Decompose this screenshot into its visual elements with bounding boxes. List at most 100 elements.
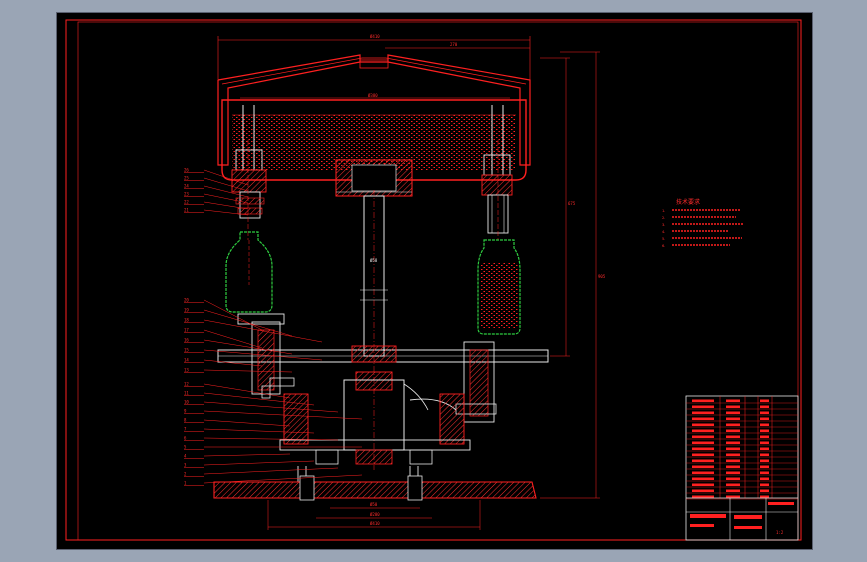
bom-cell — [692, 423, 714, 426]
right-bottle-liquid — [480, 262, 518, 328]
callout-label: 23 — [184, 192, 189, 197]
dim-height-total: 905 — [598, 274, 606, 279]
callout-label: 9 — [184, 409, 187, 414]
callout-label: 16 — [184, 338, 189, 343]
callout-leader — [203, 467, 339, 475]
dim-height-main: 675 — [568, 201, 576, 206]
callout-label: 2 — [184, 472, 187, 477]
left-lift-cylinder — [251, 321, 295, 399]
callout-label: 24 — [184, 184, 189, 189]
tech-notes: 技术要求 1. 2. 3. 4. 5. 6. — [662, 198, 744, 248]
callout-label: 13 — [184, 368, 189, 373]
right-support — [439, 393, 465, 445]
dim-right-span: 270 — [450, 42, 458, 47]
bom-cell — [692, 441, 714, 444]
callout-label: 25 — [184, 176, 189, 181]
callout-label: 3 — [184, 463, 187, 468]
bom-cell — [760, 411, 769, 414]
bom-cell — [760, 423, 769, 426]
dim-base-mid: Ø280 — [370, 512, 380, 517]
bom-cell — [692, 465, 714, 468]
bom-cell — [726, 435, 740, 438]
bom-cell — [760, 477, 769, 480]
dim-base-total: Ø410 — [370, 521, 380, 526]
dim-top-width: Ø410 — [370, 34, 380, 39]
callout-label: 8 — [184, 418, 187, 423]
bom-cell — [726, 441, 740, 444]
callout-label: 26 — [184, 168, 189, 173]
cad-drawing: Ø410 270 Ø380 Ø58 Ø50 Ø280 Ø410 675 905 … — [65, 19, 802, 541]
callout-label: 5 — [184, 445, 187, 450]
bom-cell — [760, 471, 769, 474]
bom-cell — [726, 471, 740, 474]
callout-label: 19 — [184, 308, 189, 313]
callout-leader — [203, 453, 291, 457]
callout-leader — [203, 460, 315, 466]
note-4: 4. — [662, 230, 665, 234]
base-plate — [213, 481, 537, 499]
bom-cell — [692, 411, 714, 414]
callout-label: 4 — [184, 454, 187, 459]
callout-label: 7 — [184, 427, 187, 432]
bom-cell — [692, 489, 714, 492]
bom-cell — [726, 489, 740, 492]
callout-leader — [203, 437, 339, 441]
bom-cell — [760, 489, 769, 492]
bom-cell — [726, 459, 740, 462]
callout-label: 20 — [184, 298, 189, 303]
bom-cell — [760, 465, 769, 468]
left-bottle-plate — [237, 313, 285, 325]
bom-cell — [726, 477, 740, 480]
bom-cell — [692, 483, 714, 486]
bom-cell — [726, 417, 740, 420]
scale-label: 1:2 — [776, 530, 784, 535]
bom-cell — [726, 429, 740, 432]
dim-tank-width: Ø380 — [368, 93, 378, 98]
note-5: 5. — [662, 237, 665, 241]
part-callouts: 2625242322212019181716151413121110987654… — [184, 168, 363, 486]
bom-cell — [692, 405, 714, 408]
bom-cell — [726, 447, 740, 450]
bom-cell — [692, 447, 714, 450]
callout-leader — [203, 339, 293, 355]
note-3: 3. — [662, 223, 665, 227]
bom-cell — [726, 423, 740, 426]
callout-leader — [203, 369, 293, 373]
bom-cell — [692, 477, 714, 480]
bom-cell — [692, 459, 714, 462]
bom-table — [686, 399, 798, 500]
dim-base-small: Ø50 — [370, 502, 378, 507]
bom-cell — [692, 429, 714, 432]
callout-label: 17 — [184, 328, 189, 333]
callout-label: 14 — [184, 358, 189, 363]
bom-cell — [760, 459, 769, 462]
bom-cell — [760, 435, 769, 438]
callout-label: 1 — [184, 481, 187, 486]
bom-cell — [760, 417, 769, 420]
bom-cell — [692, 435, 714, 438]
notes-title: 技术要求 — [676, 198, 700, 206]
callout-leader — [203, 329, 263, 349]
bom-cell — [760, 447, 769, 450]
bom-cell — [726, 465, 740, 468]
callout-leader — [203, 410, 363, 420]
center-bearing — [351, 345, 397, 363]
bom-cell — [760, 399, 769, 402]
bom-cell — [726, 399, 740, 402]
bom-cell — [726, 405, 740, 408]
callout-label: 10 — [184, 400, 189, 405]
bom-cell — [726, 483, 740, 486]
bom-cell — [726, 411, 740, 414]
callout-leader — [203, 419, 291, 427]
title-block: 1:2 — [685, 395, 799, 541]
note-1: 1. — [662, 209, 665, 213]
bom-cell — [760, 453, 769, 456]
bom-cell — [760, 429, 769, 432]
callout-label: 21 — [184, 208, 189, 213]
bom-cell — [726, 453, 740, 456]
callout-leader — [203, 359, 263, 367]
callout-label: 6 — [184, 436, 187, 441]
note-2: 2. — [662, 216, 665, 220]
bom-cell — [692, 417, 714, 420]
callout-label: 15 — [184, 348, 189, 353]
